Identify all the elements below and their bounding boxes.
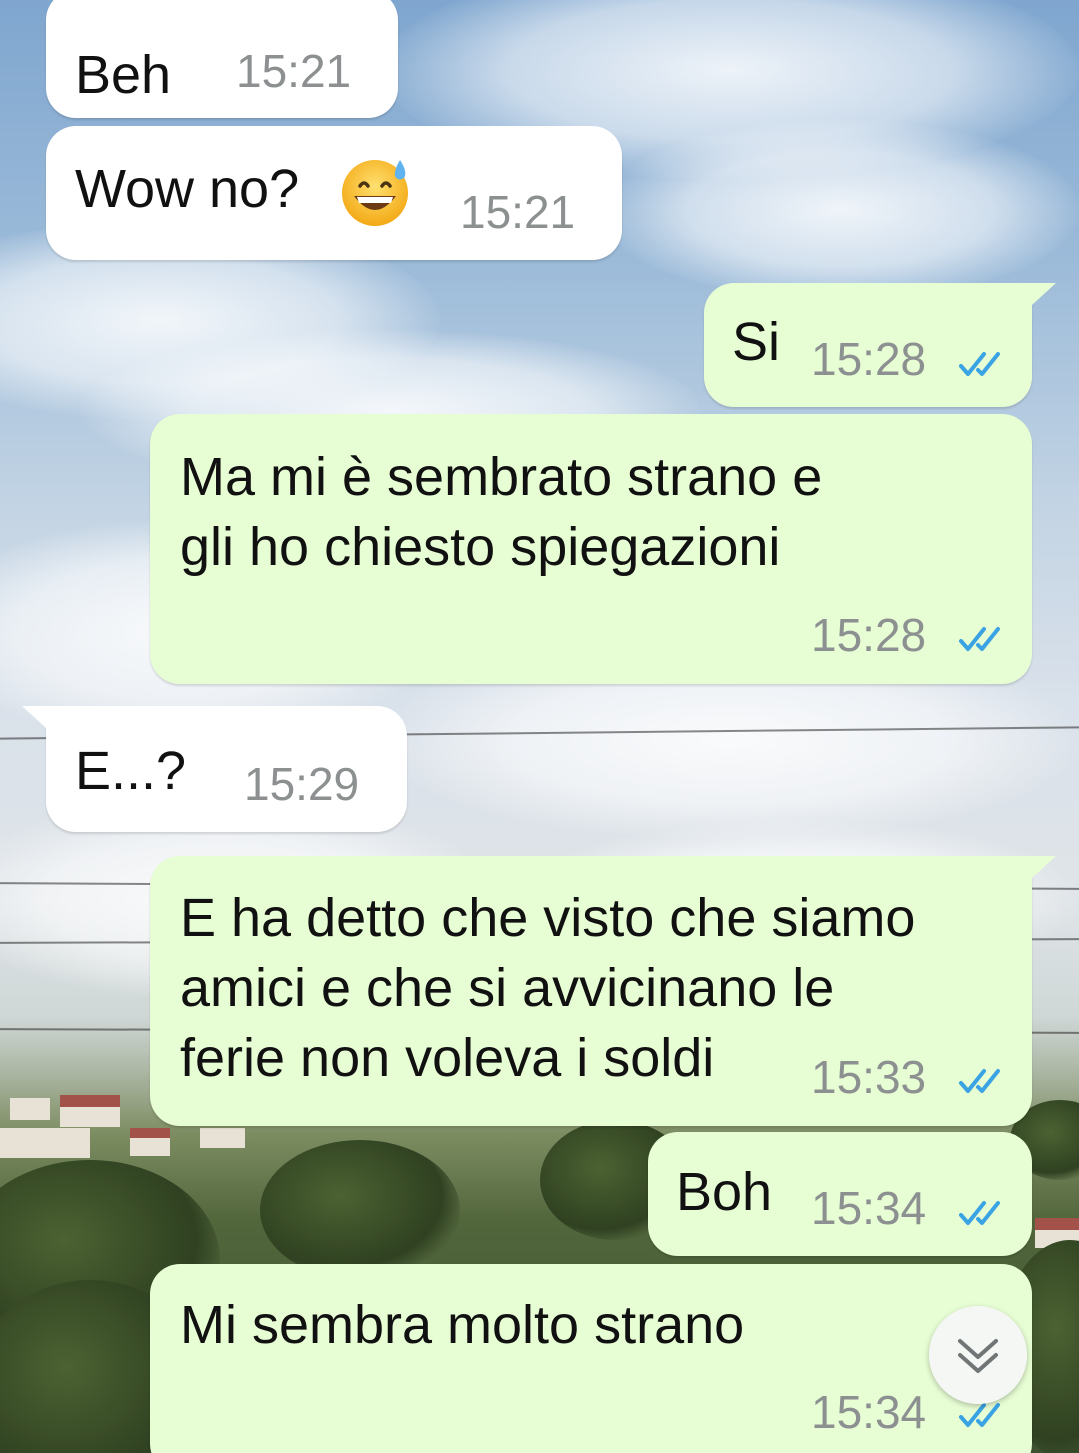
message-timestamp: 15:34 [811,1182,927,1234]
message-incoming[interactable]: Beh 15:21 [46,0,398,118]
message-text-line: amici e che si avvicinano le [180,958,835,1018]
message-timestamp: 15:28 [811,609,927,661]
read-receipt-icon [959,352,1000,376]
chat-screen: Beh 15:21 Wow no? 15:21 Si 15:28 Ma mi è… [0,0,1079,1453]
read-receipt-icon [959,1069,1000,1093]
message-text-line: ferie non voleva i soldi [180,1028,715,1088]
message-timestamp: 15:21 [236,45,352,97]
bubble-tail [1032,856,1056,878]
message-timestamp: 15:29 [244,758,360,810]
message-timestamp: 15:34 [811,1386,927,1438]
bubble-tail [1032,283,1056,305]
message-text-line: E ha detto che visto che siamo [180,888,916,948]
bubble-tail [22,706,46,728]
message-text: Boh [676,1162,773,1222]
message-incoming[interactable]: E...? 15:29 [46,706,407,832]
message-text-line: Ma mi è sembrato strano e [180,447,823,507]
message-text-line: gli ho chiesto spiegazioni [180,517,781,577]
message-outgoing[interactable]: E ha detto che visto che siamo amici e c… [150,856,1032,1126]
read-receipt-icon [959,1403,1000,1427]
message-outgoing[interactable]: Mi sembra molto strano 15:34 [150,1264,1032,1453]
read-receipt-icon [959,1201,1000,1225]
message-text: Mi sembra molto strano [180,1295,745,1355]
message-timestamp: 15:21 [460,186,576,238]
message-text: Si [732,312,781,372]
message-text: Wow no? [75,159,300,219]
message-text: Beh [75,45,172,105]
message-incoming[interactable]: Wow no? 15:21 [46,126,622,260]
message-timestamp: 15:33 [811,1051,927,1103]
message-text: E...? [75,741,187,801]
scroll-to-bottom-button[interactable] [929,1306,1027,1404]
message-outgoing[interactable]: Boh 15:34 [648,1132,1032,1256]
message-outgoing[interactable]: Si 15:28 [704,283,1032,407]
double-chevron-down-icon [958,1339,998,1373]
message-outgoing[interactable]: Ma mi è sembrato strano e gli ho chiesto… [150,414,1032,684]
read-receipt-icon [959,627,1000,651]
grinning-face-with-sweat-icon [342,160,408,226]
message-timestamp: 15:28 [811,333,927,385]
